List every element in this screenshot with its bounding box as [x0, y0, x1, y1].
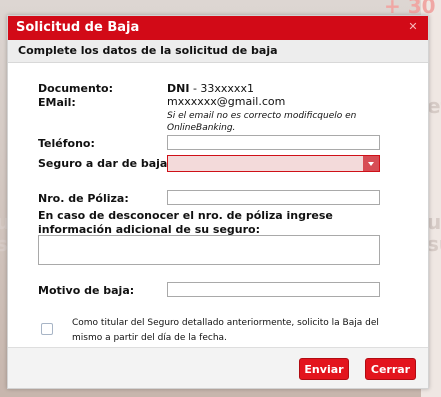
background-text: ur [427, 210, 441, 234]
telefono-label: Teléfono: [38, 137, 95, 150]
info-label: En caso de desconocer el nro. de póliza … [38, 209, 333, 236]
motivo-field[interactable] [167, 282, 380, 297]
consent-text: Como titular del Seguro detallado anteri… [72, 318, 379, 343]
background-text: et [427, 94, 441, 118]
dialog-title: Solicitud de Baja [16, 20, 140, 35]
solicitud-baja-dialog: Solicitud de Baja ✕ Complete los datos d… [7, 15, 429, 389]
poliza-field[interactable] [167, 190, 380, 205]
dialog-titlebar: Solicitud de Baja ✕ [8, 16, 428, 40]
documento-number: - 33xxxxx1 [192, 82, 254, 95]
telefono-field[interactable] [167, 135, 380, 150]
email-value: mxxxxxx@gmail.com [167, 95, 286, 108]
subheader-text: Complete los datos de la solicitud de ba… [18, 44, 278, 57]
seguro-select[interactable] [167, 155, 380, 172]
motivo-label: Motivo de baja: [38, 284, 135, 297]
documento-value: DNI - 33xxxxx1 [167, 82, 254, 95]
dialog-subheader: Complete los datos de la solicitud de ba… [8, 40, 428, 63]
enviar-button[interactable]: Enviar [299, 358, 349, 380]
poliza-label: Nro. de Póliza: [38, 192, 129, 205]
chevron-down-icon[interactable] [363, 156, 379, 171]
email-label: EMail: [38, 96, 76, 109]
documento-type: DNI [167, 82, 190, 95]
email-note: Si el email no es correcto modificquelo … [167, 111, 357, 133]
documento-label: Documento: [38, 82, 114, 95]
seguro-label: Seguro a dar de baja: [38, 157, 172, 170]
dialog-footer: Enviar Cerrar [8, 347, 428, 388]
cerrar-button[interactable]: Cerrar [365, 358, 416, 380]
close-icon[interactable]: ✕ [408, 21, 418, 32]
info-textarea[interactable] [38, 235, 380, 265]
consent-checkbox[interactable] [41, 323, 53, 335]
background-text: su [427, 232, 441, 256]
